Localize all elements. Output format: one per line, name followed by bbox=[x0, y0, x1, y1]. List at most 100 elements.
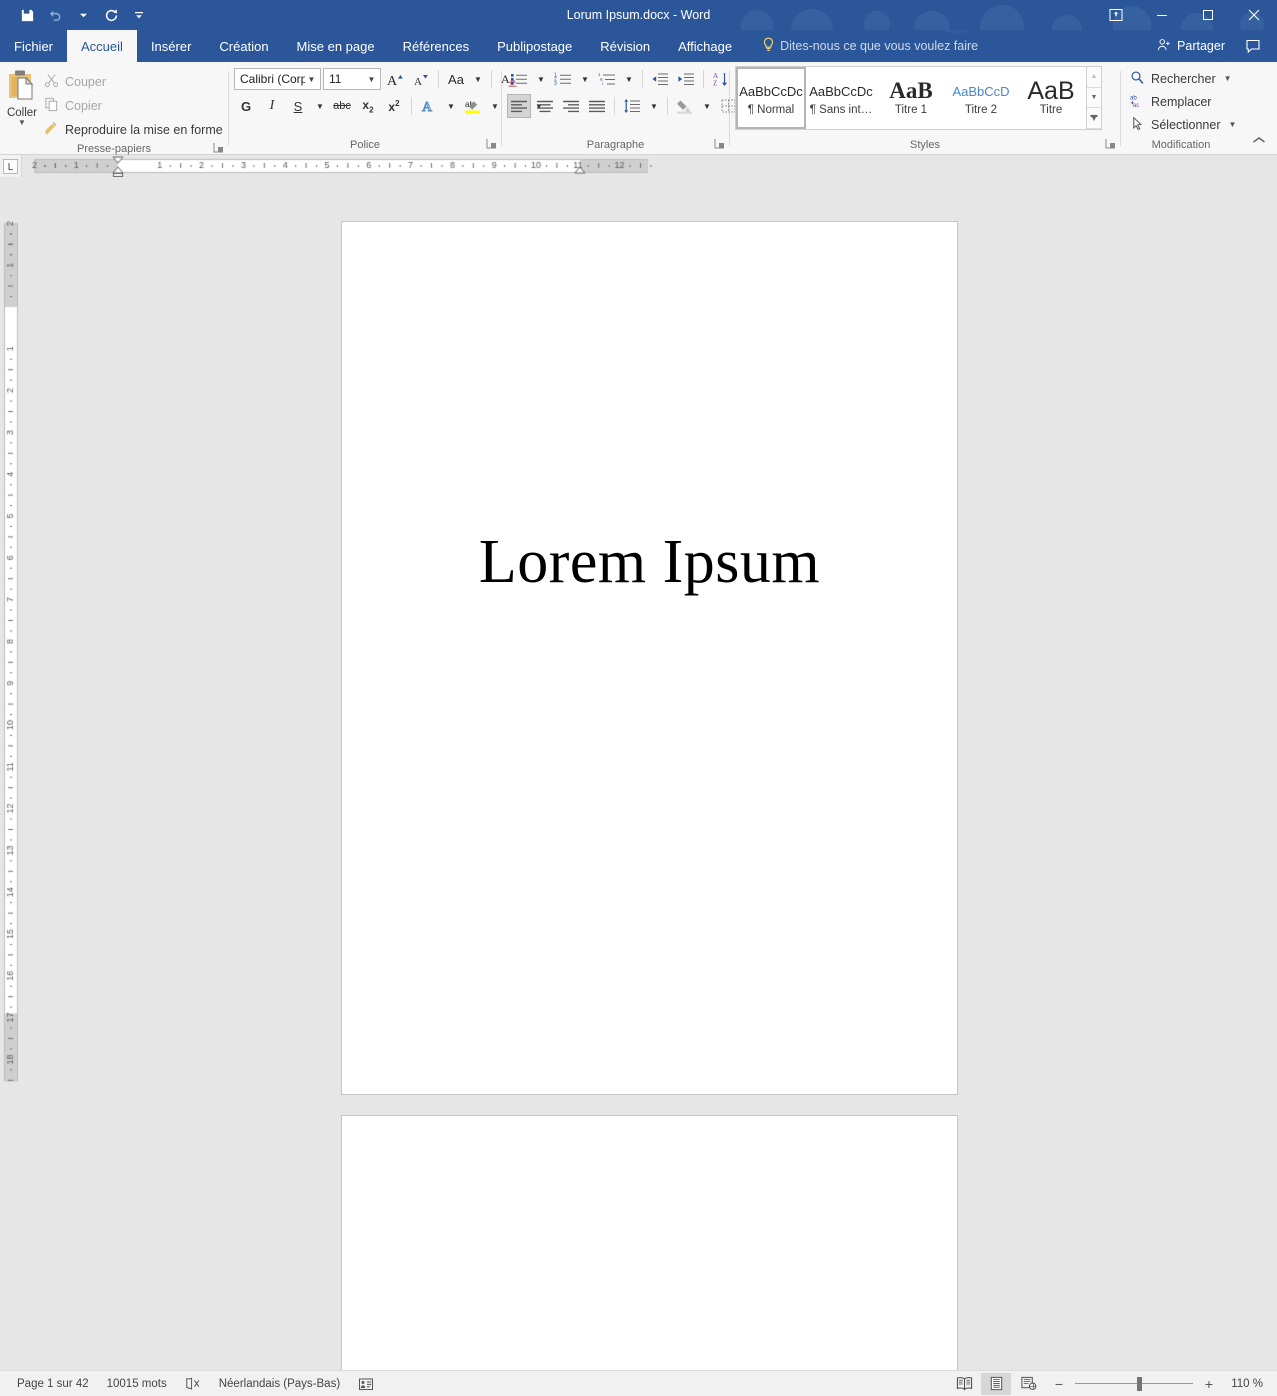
customize-qat-icon[interactable] bbox=[126, 4, 152, 26]
tab-stop-selector[interactable]: L bbox=[0, 155, 22, 177]
align-left-icon[interactable] bbox=[507, 94, 531, 118]
clipboard-dialog-launcher[interactable] bbox=[212, 142, 224, 154]
proofing-errors-icon[interactable] bbox=[176, 1373, 210, 1395]
minimize-icon[interactable] bbox=[1139, 0, 1185, 30]
paste-button[interactable]: Coller ▼ bbox=[5, 65, 39, 127]
ribbon-options-icon[interactable] bbox=[1093, 0, 1139, 30]
horizontal-ruler[interactable] bbox=[22, 155, 1277, 177]
font-name-combo[interactable]: Calibri (Corp ▼ bbox=[234, 68, 321, 90]
format-painter-button[interactable]: Reproduire la mise en forme bbox=[39, 118, 228, 141]
style-normal[interactable]: AaBbCcDc ¶ Normal bbox=[736, 67, 806, 129]
print-layout-icon[interactable] bbox=[981, 1372, 1011, 1395]
strikethrough-icon[interactable]: abc bbox=[330, 94, 354, 118]
cut-button[interactable]: Couper bbox=[39, 70, 228, 93]
zoom-slider-thumb[interactable] bbox=[1137, 1376, 1142, 1391]
line-spacing-icon[interactable] bbox=[620, 94, 644, 118]
find-button[interactable]: Rechercher ▼ bbox=[1126, 67, 1240, 90]
align-right-icon[interactable] bbox=[559, 94, 583, 118]
copy-button[interactable]: Copier bbox=[39, 94, 228, 117]
chevron-down-icon[interactable]: ▼ bbox=[1224, 74, 1232, 83]
quick-access-toolbar bbox=[0, 4, 152, 26]
read-mode-icon[interactable] bbox=[949, 1373, 979, 1395]
styles-more-icon[interactable]: ▬ ▼ bbox=[1087, 108, 1101, 130]
zoom-in-button[interactable]: + bbox=[1201, 1376, 1217, 1392]
language-indicator[interactable]: Néerlandais (Pays-Bas) bbox=[210, 1373, 349, 1395]
redo-icon[interactable] bbox=[98, 4, 124, 26]
tab-mise-en-page[interactable]: Mise en page bbox=[283, 30, 389, 62]
text-effects-dropdown-icon[interactable]: ▼ bbox=[443, 94, 459, 118]
style-sans-interligne[interactable]: AaBbCcDc ¶ Sans int… bbox=[806, 67, 876, 129]
undo-icon[interactable] bbox=[42, 4, 68, 26]
page-indicator[interactable]: Page 1 sur 42 bbox=[8, 1373, 98, 1395]
comments-icon[interactable] bbox=[1239, 38, 1267, 54]
change-case-icon[interactable]: Aa bbox=[444, 67, 468, 91]
chevron-down-icon[interactable]: ▼ bbox=[305, 75, 318, 84]
web-layout-icon[interactable] bbox=[1013, 1373, 1043, 1395]
multilevel-list-dropdown-icon[interactable]: ▼ bbox=[621, 67, 637, 91]
change-case-dropdown-icon[interactable]: ▼ bbox=[470, 67, 486, 91]
bullet-list-dropdown-icon[interactable]: ▼ bbox=[533, 67, 549, 91]
subscript-icon[interactable]: x2 bbox=[356, 94, 380, 118]
tab-inserer[interactable]: Insérer bbox=[137, 30, 205, 62]
chevron-down-icon[interactable]: ▼ bbox=[1229, 120, 1237, 129]
font-size-combo[interactable]: 11 ▼ bbox=[323, 68, 381, 90]
replace-button[interactable]: ab ac Remplacer bbox=[1126, 90, 1240, 113]
document-page-1[interactable]: Lorem Ipsum bbox=[341, 221, 958, 1095]
zoom-level-label[interactable]: 110 % bbox=[1225, 1378, 1267, 1390]
justify-icon[interactable] bbox=[585, 94, 609, 118]
tell-me-box[interactable]: Dites-nous ce que vous voulez faire bbox=[762, 30, 978, 62]
grow-font-icon[interactable]: A bbox=[383, 67, 407, 91]
paragraph-dialog-launcher[interactable] bbox=[713, 138, 725, 150]
font-dialog-launcher[interactable] bbox=[485, 138, 497, 150]
multilevel-list-icon[interactable]: 1ai bbox=[595, 67, 619, 91]
underline-icon[interactable]: S bbox=[286, 94, 310, 118]
styles-scroll-down-icon[interactable]: ▼ bbox=[1087, 87, 1101, 109]
italic-icon[interactable]: I bbox=[260, 94, 284, 118]
tab-affichage[interactable]: Affichage bbox=[664, 30, 746, 62]
collapse-ribbon-icon[interactable] bbox=[1247, 130, 1271, 150]
align-center-icon[interactable] bbox=[533, 94, 557, 118]
numbered-list-dropdown-icon[interactable]: ▼ bbox=[577, 67, 593, 91]
tab-accueil[interactable]: Accueil bbox=[67, 30, 137, 62]
chevron-down-icon[interactable]: ▼ bbox=[365, 75, 378, 84]
accessibility-checker-icon[interactable] bbox=[349, 1373, 383, 1395]
word-count[interactable]: 10015 mots bbox=[98, 1373, 176, 1395]
document-scroll-region[interactable]: Lorem Ipsum bbox=[22, 177, 1277, 1370]
tab-fichier[interactable]: Fichier bbox=[0, 30, 68, 62]
zoom-out-button[interactable]: − bbox=[1051, 1376, 1067, 1392]
select-button[interactable]: Sélectionner ▼ bbox=[1126, 113, 1240, 136]
decrease-indent-icon[interactable] bbox=[648, 67, 672, 91]
style-titre-1[interactable]: AaB Titre 1 bbox=[876, 67, 946, 129]
line-spacing-dropdown-icon[interactable]: ▼ bbox=[646, 94, 662, 118]
share-button[interactable]: Partager bbox=[1149, 33, 1233, 59]
tab-revision[interactable]: Révision bbox=[586, 30, 664, 62]
shading-dropdown-icon[interactable]: ▼ bbox=[699, 94, 715, 118]
increase-indent-icon[interactable] bbox=[674, 67, 698, 91]
shrink-font-icon[interactable]: A bbox=[409, 67, 433, 91]
styles-scroll-up-icon[interactable]: ▲ bbox=[1087, 67, 1101, 88]
styles-dialog-launcher[interactable] bbox=[1104, 138, 1116, 150]
chevron-down-icon[interactable]: ▼ bbox=[18, 118, 26, 127]
underline-dropdown-icon[interactable]: ▼ bbox=[312, 94, 328, 118]
tab-references[interactable]: Références bbox=[389, 30, 483, 62]
maximize-icon[interactable] bbox=[1185, 0, 1231, 30]
close-icon[interactable] bbox=[1231, 0, 1277, 30]
tab-creation[interactable]: Création bbox=[205, 30, 282, 62]
bullet-list-icon[interactable] bbox=[507, 67, 531, 91]
tab-label: Révision bbox=[600, 38, 651, 54]
undo-dropdown-icon[interactable] bbox=[70, 4, 96, 26]
vertical-ruler[interactable] bbox=[0, 177, 22, 1370]
zoom-slider[interactable] bbox=[1075, 1376, 1193, 1391]
style-titre-2[interactable]: AaBbCcD Titre 2 bbox=[946, 67, 1016, 129]
text-effects-icon[interactable]: A bbox=[417, 94, 441, 118]
highlight-dropdown-icon[interactable]: ▼ bbox=[487, 94, 503, 118]
tab-publipostage[interactable]: Publipostage bbox=[483, 30, 586, 62]
numbered-list-icon[interactable]: 123 bbox=[551, 67, 575, 91]
bold-icon[interactable]: G bbox=[234, 94, 258, 118]
document-page-2[interactable] bbox=[341, 1115, 958, 1370]
style-titre[interactable]: AaB Titre bbox=[1016, 67, 1086, 129]
save-icon[interactable] bbox=[14, 4, 40, 26]
superscript-icon[interactable]: x2 bbox=[382, 94, 406, 118]
shading-icon[interactable] bbox=[673, 94, 697, 118]
highlight-icon[interactable]: ab bbox=[461, 94, 485, 118]
